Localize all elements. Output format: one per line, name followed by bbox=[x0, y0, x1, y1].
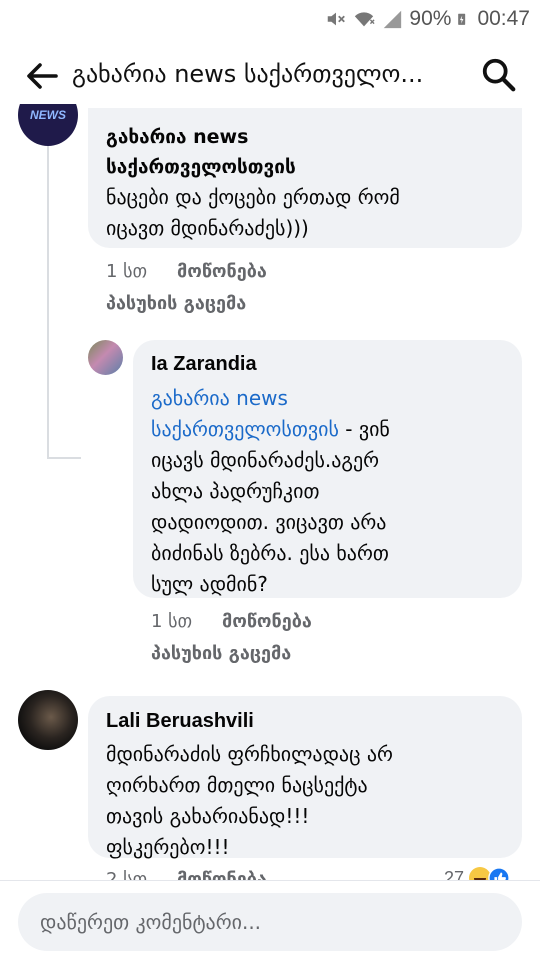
comment-text-line: ახლა პადრუჩკით bbox=[151, 479, 320, 503]
comment-text-line: სულ ადმინ? bbox=[151, 572, 268, 596]
mention-link[interactable]: გახარია news bbox=[151, 383, 506, 414]
mention-link[interactable]: საქართველოსთვის bbox=[151, 417, 339, 441]
comment-time: 1 სთ bbox=[106, 261, 147, 282]
status-bar: 90% 00:47 bbox=[0, 0, 540, 40]
comment-meta: 1 სთ მოწონება bbox=[106, 261, 267, 282]
comment-text-line: ნაცები და ქოცები ერთად რომ bbox=[106, 185, 400, 209]
reply-button[interactable]: პასუხის გაცემა bbox=[106, 293, 246, 314]
like-button[interactable]: მოწონება bbox=[177, 869, 267, 880]
comment-text-line: საქართველოსთვის - ვინ bbox=[151, 414, 506, 445]
thread-connector bbox=[47, 146, 49, 459]
search-icon[interactable] bbox=[480, 56, 518, 94]
comment-author[interactable]: Ia Zarandia bbox=[151, 349, 506, 379]
clock: 00:47 bbox=[477, 7, 530, 30]
comment-meta: 1 სთ მოწონება bbox=[151, 611, 312, 632]
comment-bubble: Lali Beruashvili მდინარაძის ფრჩხილადაც ა… bbox=[88, 696, 522, 859]
reply-button[interactable]: პასუხის გაცემა bbox=[151, 643, 291, 664]
wifi-icon bbox=[355, 12, 375, 27]
comment-text-line: ფსკერებო!!! bbox=[106, 835, 230, 859]
reaction-summary[interactable]: 27 bbox=[444, 866, 510, 880]
avatar[interactable] bbox=[18, 690, 78, 750]
battery-charging-icon bbox=[458, 13, 466, 25]
comment-author[interactable]: გახარია news bbox=[106, 122, 506, 152]
avatar[interactable]: NEWS bbox=[18, 104, 78, 146]
comment-text-fragment: - ვინ bbox=[338, 417, 390, 441]
comment-text-line: ღირხართ მთელი ნაცსექტა bbox=[106, 773, 368, 797]
avatar[interactable] bbox=[88, 340, 123, 375]
like-reaction-icon bbox=[488, 867, 510, 880]
page-title: გახარია news საქართველო... bbox=[72, 60, 424, 88]
comment-time: 1 სთ bbox=[151, 611, 192, 632]
comment-text-line: დადიოდით. ვიცავთ არა bbox=[151, 510, 387, 534]
comment-text-line: ბიძინას ზებრა. ესა ხართ bbox=[151, 541, 389, 565]
comment-text-line: იცავს მდინარაძეს.აგერ bbox=[151, 448, 380, 472]
comment-thread: NEWS გახარია news საქართველოსთვის ნაცები… bbox=[0, 104, 540, 880]
comment-author[interactable]: Lali Beruashvili bbox=[106, 706, 506, 736]
comment-bubble: გახარია news საქართველოსთვის ნაცები და ქ… bbox=[88, 108, 522, 248]
comment-input[interactable]: დაწერეთ კომენტარი... bbox=[18, 893, 522, 951]
status-icons: 90% 00:47 bbox=[325, 7, 530, 31]
comment-author-cont[interactable]: საქართველოსთვის bbox=[106, 152, 506, 182]
comment-time: 2 სთ bbox=[106, 869, 147, 880]
comment-composer: დაწერეთ კომენტარი... bbox=[0, 880, 540, 960]
avatar-logo-text: NEWS bbox=[30, 108, 66, 122]
like-button[interactable]: მოწონება bbox=[177, 261, 267, 282]
comment-text-line: იცავთ მდინარაძეს))) bbox=[106, 216, 309, 240]
thread-connector-branch bbox=[47, 457, 81, 459]
mute-icon bbox=[328, 12, 346, 26]
comment-meta: 2 სთ მოწონება bbox=[106, 869, 267, 880]
reaction-count: 27 bbox=[444, 867, 465, 881]
comment-text-line: მდინარაძის ფრჩხილადაც არ bbox=[106, 742, 393, 766]
signal-icon bbox=[384, 10, 402, 29]
header: გახარია news საქართველო... bbox=[0, 40, 540, 112]
battery-percent: 90% bbox=[409, 7, 452, 30]
comment-bubble: Ia Zarandia გახარია news საქართველოსთვის… bbox=[133, 340, 522, 598]
comment-text-line: თავის გახარიანად!!! bbox=[106, 804, 310, 828]
back-arrow-icon[interactable] bbox=[22, 56, 62, 96]
like-button[interactable]: მოწონება bbox=[222, 611, 312, 632]
